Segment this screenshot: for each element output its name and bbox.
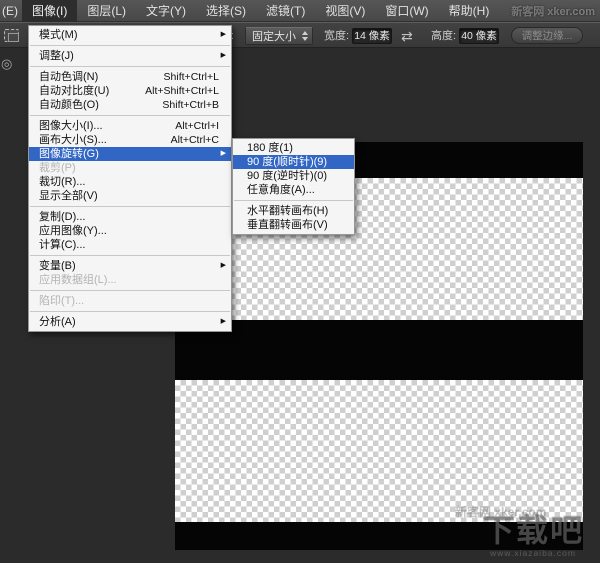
rotate-submenu-separator (234, 200, 353, 201)
image-menu-item[interactable]: 计算(C)... (29, 238, 231, 252)
image-menu-item[interactable]: 图像大小(I)... Alt+Ctrl+I (29, 119, 231, 133)
image-menu-item-shortcut: Alt+Ctrl+C (171, 133, 219, 147)
image-menu-item-label: 自动色调(N) (39, 70, 98, 84)
image-menu-item[interactable]: 自动颜色(O) Shift+Ctrl+B (29, 98, 231, 112)
watermark-url: www.xiazaiba.com (468, 549, 598, 558)
rotate-submenu-item-label: 180 度(1) (247, 141, 293, 155)
image-menu-item: 陷印(T)... (29, 294, 231, 308)
menu-bar: (E) 图像(I)图层(L)文字(Y)选择(S)滤镜(T)视图(V)窗口(W)帮… (0, 0, 600, 22)
menubar-item[interactable]: 图像(I) (22, 0, 77, 22)
image-menu-item[interactable]: 自动对比度(U) Alt+Shift+Ctrl+L (29, 84, 231, 98)
rotate-submenu-item-label: 90 度(逆时针)(0) (247, 169, 327, 183)
size-mode-value: 固定大小 (252, 28, 296, 44)
image-menu-separator (30, 255, 230, 256)
image-menu-item-label: 自动颜色(O) (39, 98, 99, 112)
image-menu-separator (30, 115, 230, 116)
toolbox-circle-icon[interactable]: ◎ (1, 56, 12, 72)
image-menu-item-label: 计算(C)... (39, 238, 85, 252)
image-menu-item-label: 复制(D)... (39, 210, 85, 224)
canvas-band-transparent (175, 380, 583, 522)
rotate-submenu-item[interactable]: 水平翻转画布(H) (233, 204, 354, 218)
image-menu-item-label: 分析(A) (39, 315, 76, 329)
tool-preset-icon[interactable] (4, 29, 19, 42)
image-menu-separator (30, 290, 230, 291)
rotate-submenu-item[interactable]: 90 度(逆时针)(0) (233, 169, 354, 183)
image-menu-item-label: 图像旋转(G) (39, 147, 99, 161)
width-label: 宽度: (324, 23, 349, 49)
menubar-item[interactable]: 视图(V) (315, 0, 375, 22)
image-menu-item-label: 调整(J) (39, 49, 74, 63)
image-menu-item-label: 陷印(T)... (39, 294, 84, 308)
image-menu-item[interactable]: 调整(J) ▶ (29, 49, 231, 63)
size-mode-dropdown[interactable]: 固定大小 (245, 27, 313, 45)
image-menu-item-shortcut: Shift+Ctrl+L (164, 70, 219, 84)
submenu-arrow-icon: ▶ (221, 28, 226, 42)
image-menu-item-shortcut: Alt+Ctrl+I (175, 119, 219, 133)
menubar-item[interactable]: 文字(Y) (136, 0, 196, 22)
swap-width-height-icon[interactable]: ⇄ (401, 23, 413, 49)
canvas-band-black (175, 320, 583, 380)
image-menu-item-shortcut: Shift+Ctrl+B (162, 98, 219, 112)
image-menu-dropdown: 模式(M) ▶ 调整(J) ▶ 自动色调(N) Shift+Ctrl+L 自动对比度(U) A… (28, 25, 232, 332)
image-menu-item-label: 图像大小(I)... (39, 119, 103, 133)
rotate-submenu-item-label: 90 度(顺时针)(9) (247, 155, 327, 169)
image-menu-item-label: 模式(M) (39, 28, 78, 42)
height-label: 高度: (431, 23, 456, 49)
photoshop-window: { "menu_bar": { "partial_item": "(E)", "… (0, 0, 600, 563)
image-menu-item[interactable]: 模式(M) ▶ (29, 28, 231, 42)
image-menu-item[interactable]: 变量(B) ▶ (29, 259, 231, 273)
image-menu-item[interactable]: 自动色调(N) Shift+Ctrl+L (29, 70, 231, 84)
image-menu-item[interactable]: 裁切(R)... (29, 175, 231, 189)
image-menu-item-shortcut: Alt+Shift+Ctrl+L (145, 84, 219, 98)
menubar-item[interactable]: 帮助(H) (439, 0, 500, 22)
refine-edge-button: 调整边缘... (511, 27, 583, 44)
image-menu-separator (30, 66, 230, 67)
menubar-item[interactable]: 选择(S) (196, 0, 256, 22)
rotate-submenu-item-label: 水平翻转画布(H) (247, 204, 328, 218)
submenu-arrow-icon: ▶ (221, 147, 226, 161)
watermark-logo: 下载吧 (468, 514, 598, 546)
image-menu-item[interactable]: 应用图像(Y)... (29, 224, 231, 238)
rotate-submenu-item[interactable]: 垂直翻转画布(V) (233, 218, 354, 232)
submenu-arrow-icon: ▶ (221, 49, 226, 63)
image-menu-item-label: 显示全部(V) (39, 189, 98, 203)
image-menu-item: 应用数据组(L)... (29, 273, 231, 287)
menubar-item[interactable]: 图层(L) (77, 0, 136, 22)
rotate-submenu-item[interactable]: 任意角度(A)... (233, 183, 354, 197)
menubar-item-edit-partial[interactable]: (E) (0, 0, 22, 22)
image-menu-item[interactable]: 复制(D)... (29, 210, 231, 224)
image-menu-item[interactable]: 分析(A) ▶ (29, 315, 231, 329)
site-watermark-bottom: 下载吧 www.xiazaiba.com (468, 514, 598, 558)
image-menu-item-label: 变量(B) (39, 259, 76, 273)
image-menu-item-label: 自动对比度(U) (39, 84, 109, 98)
image-menu-item-label: 应用图像(Y)... (39, 224, 107, 238)
image-menu-separator (30, 206, 230, 207)
menubar-item[interactable]: 滤镜(T) (256, 0, 315, 22)
menubar-item[interactable]: 窗口(W) (375, 0, 438, 22)
rotate-submenu-item[interactable]: 180 度(1) (233, 141, 354, 155)
rotate-submenu-item-label: 垂直翻转画布(V) (247, 218, 328, 232)
width-input[interactable]: 14 像素 (352, 28, 392, 44)
image-menu-item-label: 裁切(R)... (39, 175, 85, 189)
submenu-arrow-icon: ▶ (221, 315, 226, 329)
submenu-arrow-icon: ▶ (221, 259, 226, 273)
height-input[interactable]: 40 像素 (459, 28, 499, 44)
image-menu-item[interactable]: 图像旋转(G) ▶ (29, 147, 231, 161)
image-rotation-submenu: 180 度(1)90 度(顺时针)(9)90 度(逆时针)(0)任意角度(A).… (232, 138, 355, 235)
image-menu-item-label: 画布大小(S)... (39, 133, 107, 147)
image-menu-item: 裁剪(P) (29, 161, 231, 175)
dropdown-arrows-icon (302, 31, 308, 41)
image-menu-separator (30, 45, 230, 46)
rotate-submenu-item[interactable]: 90 度(顺时针)(9) (233, 155, 354, 169)
menubar-items: 图像(I)图层(L)文字(Y)选择(S)滤镜(T)视图(V)窗口(W)帮助(H) (22, 0, 499, 22)
image-menu-item[interactable]: 画布大小(S)... Alt+Ctrl+C (29, 133, 231, 147)
image-menu-item-label: 应用数据组(L)... (39, 273, 117, 287)
image-menu-item-label: 裁剪(P) (39, 161, 76, 175)
image-menu-separator (30, 311, 230, 312)
rotate-submenu-item-label: 任意角度(A)... (247, 183, 315, 197)
site-watermark-top: 新客网 xker.com (511, 3, 595, 19)
image-menu-item[interactable]: 显示全部(V) (29, 189, 231, 203)
